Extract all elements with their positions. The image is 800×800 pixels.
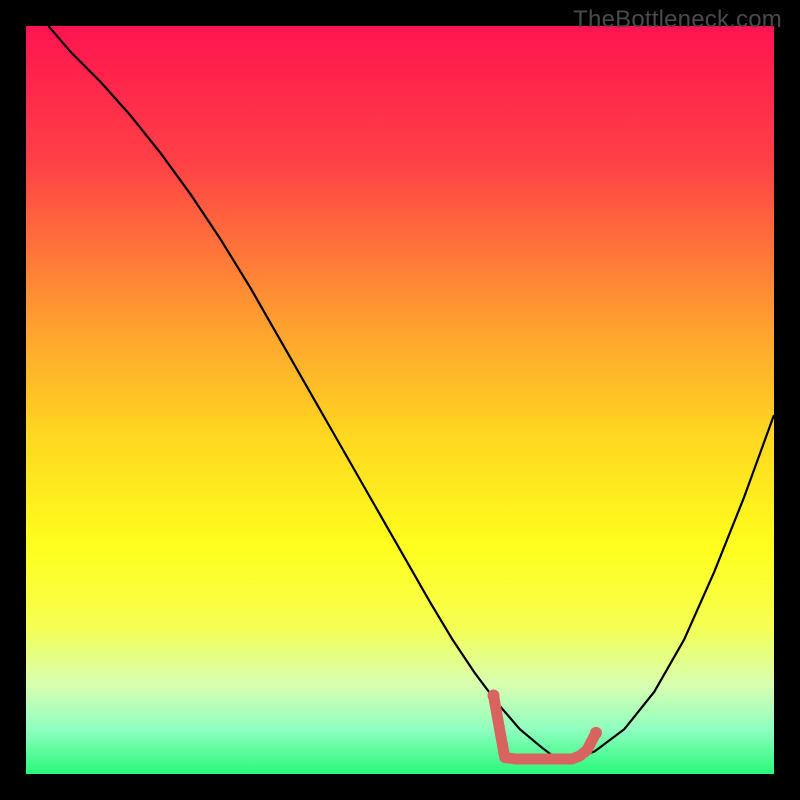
- plot-area: [26, 26, 774, 774]
- chart-frame: TheBottleneck.com: [0, 0, 800, 800]
- marker-dot: [590, 727, 602, 739]
- watermark-text: TheBottleneck.com: [573, 6, 782, 34]
- gradient-background: [26, 26, 774, 774]
- plot-svg: [26, 26, 774, 774]
- marker-dot: [488, 689, 500, 701]
